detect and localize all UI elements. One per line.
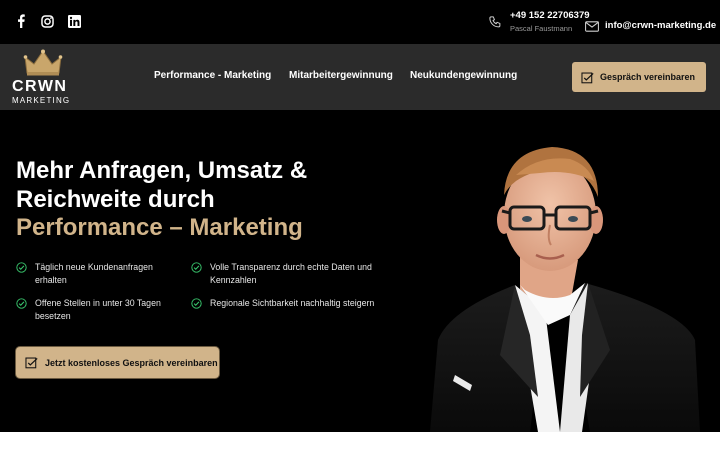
main-navigation: CRWN MARKETING Performance - Marketing M… [0,44,720,110]
hero-headline: Mehr Anfragen, Umsatz & Reichweite durch… [16,157,307,243]
email-contact[interactable]: info@crwn-marketing.de [585,19,716,32]
brand-logo[interactable]: CRWN MARKETING [10,48,76,106]
calendar-check-icon [25,356,38,369]
phone-icon [488,15,504,31]
portrait-photo [430,147,700,432]
nav-item-mitarbeitergewinnung[interactable]: Mitarbeitergewinnung [289,70,393,81]
feature-text: Offene Stellen in unter 30 Tagen [35,298,161,308]
hero-section: Mehr Anfragen, Umsatz & Reichweite durch… [0,110,720,432]
feature-text: Regionale Sichtbarkeit nachhaltig steige… [210,298,375,308]
calendar-check-icon [581,71,594,84]
feature-item: Volle Transparenz durch echte Daten und K… [191,261,372,286]
logo-wordmark: CRWN [12,78,68,95]
phone-contact[interactable]: +49 152 22706379 Pascal Faustmann [488,10,590,36]
headline-accent: Performance – Marketing [16,214,303,241]
check-icon [191,298,202,309]
nav-item-neukundengewinnung[interactable]: Neukundengewinnung [410,70,517,81]
book-call-button[interactable]: Gespräch vereinbaren [572,62,706,92]
facebook-icon[interactable] [13,13,29,29]
check-icon [191,262,202,273]
instagram-icon[interactable] [39,13,55,29]
feature-text-cont: besetzen [35,310,71,321]
mail-icon [585,19,599,32]
book-call-label: Gespräch vereinbaren [600,72,696,82]
feature-item: Täglich neue Kundenanfragen erhalten [16,261,153,286]
feature-text-cont: erhalten [35,274,67,285]
linkedin-icon[interactable] [66,13,82,29]
headline-line-1: Mehr Anfragen, Umsatz & [16,157,308,184]
email-address[interactable]: info@crwn-marketing.de [605,20,716,31]
feature-text-cont: Kennzahlen [210,274,257,285]
free-consultation-button[interactable]: Jetzt kostenloses Gespräch vereinbaren [16,347,219,378]
phone-number[interactable]: +49 152 22706379 [510,10,590,22]
logo-subtitle: MARKETING [12,96,71,105]
top-bar: +49 152 22706379 Pascal Faustmann info@c… [0,0,720,44]
feature-text: Volle Transparenz durch echte Daten und [210,262,372,272]
free-consultation-label: Jetzt kostenloses Gespräch vereinbaren [45,357,218,368]
feature-item: Offene Stellen in unter 30 Tagen besetzen [16,297,161,322]
headline-line-2: Reichweite durch [16,185,215,213]
crown-icon [23,49,63,76]
check-icon [16,298,27,309]
feature-text: Täglich neue Kundenanfragen [35,262,153,272]
check-icon [16,262,27,273]
contact-person-name: Pascal Faustmann [510,24,573,33]
nav-item-performance-marketing[interactable]: Performance - Marketing [154,70,271,81]
feature-item: Regionale Sichtbarkeit nachhaltig steige… [191,297,374,310]
